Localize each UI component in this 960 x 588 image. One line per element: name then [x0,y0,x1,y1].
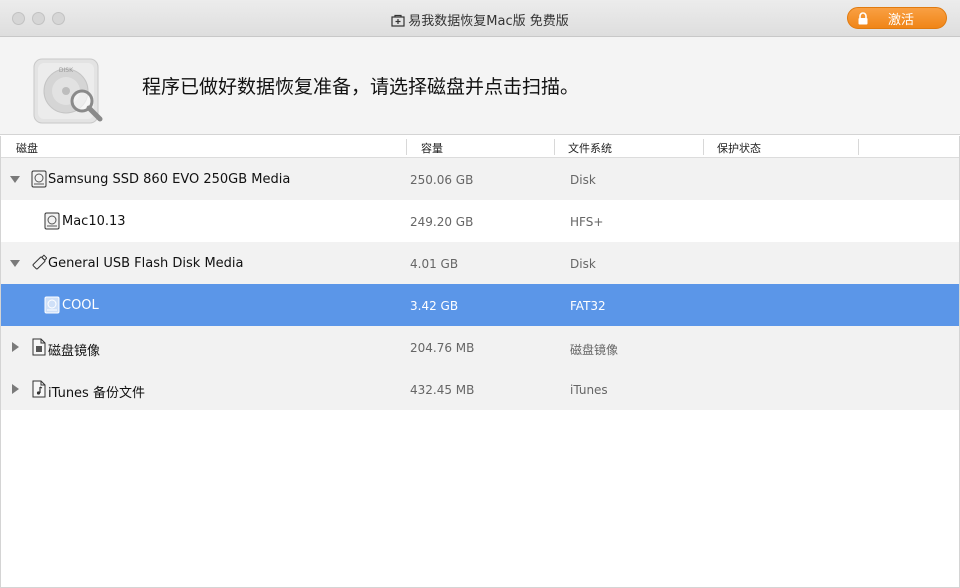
row-capacity: 204.76 MB [410,341,475,355]
table-row-selected[interactable]: COOL 3.42 GB FAT32 [1,284,959,326]
table-row[interactable]: General USB Flash Disk Media 4.01 GB Dis… [1,242,959,284]
row-capacity: 3.42 GB [410,299,459,313]
row-filesystem: iTunes [570,383,608,397]
column-header-capacity[interactable]: 容量 [421,140,443,156]
row-name: Mac10.13 [62,214,126,229]
row-name: iTunes 备份文件 [48,386,145,401]
row-capacity: 432.45 MB [410,383,475,397]
row-name: COOL [62,298,99,313]
disk-table: 磁盘 容量 文件系统 保护状态 Samsung SSD 860 EVO 250G… [0,136,960,588]
table-row[interactable]: 磁盘镜像 204.76 MB 磁盘镜像 [1,326,959,368]
app-icon [391,14,405,27]
title-bar: 易我数据恢复Mac版 免费版 激活 [0,0,960,37]
header-panel: DISK 程序已做好数据恢复准备，请选择磁盘并点击扫描。 [0,37,960,135]
row-filesystem: FAT32 [570,299,606,313]
column-header-protection[interactable]: 保护状态 [717,140,761,156]
itunes-backup-icon [32,380,46,398]
hard-drive-search-icon: DISK [33,58,103,124]
lock-icon [858,12,868,25]
column-divider [703,139,704,155]
window-title-text: 易我数据恢复Mac版 免费版 [408,14,569,29]
headline-text: 程序已做好数据恢复准备，请选择磁盘并点击扫描。 [142,76,580,98]
column-divider [858,139,859,155]
column-header-filesystem[interactable]: 文件系统 [568,140,612,156]
column-divider [554,139,555,155]
row-filesystem: Disk [570,257,596,271]
row-capacity: 4.01 GB [410,257,459,271]
disk-image-icon [32,338,46,356]
hard-drive-icon [31,170,47,188]
disclosure-expanded-icon[interactable] [10,174,20,184]
volume-icon [44,296,60,314]
volume-icon [44,212,60,230]
disclosure-collapsed-icon[interactable] [10,342,20,352]
row-name: General USB Flash Disk Media [48,256,244,271]
table-row[interactable]: iTunes 备份文件 432.45 MB iTunes [1,368,959,410]
table-row[interactable]: Samsung SSD 860 EVO 250GB Media 250.06 G… [1,158,959,200]
table-row[interactable]: Mac10.13 249.20 GB HFS+ [1,200,959,242]
row-name: 磁盘镜像 [48,344,101,359]
row-capacity: 250.06 GB [410,173,474,187]
row-name: Samsung SSD 860 EVO 250GB Media [48,172,291,187]
disclosure-expanded-icon[interactable] [10,258,20,268]
row-filesystem: HFS+ [570,215,604,229]
activate-button[interactable]: 激活 [847,7,947,29]
usb-drive-icon [32,254,47,270]
table-header: 磁盘 容量 文件系统 保护状态 [1,136,959,158]
column-header-disk[interactable]: 磁盘 [16,140,38,156]
window-title: 易我数据恢复Mac版 免费版 [0,10,960,29]
disk-label-text: DISK [59,67,74,74]
row-filesystem: 磁盘镜像 [570,343,619,357]
activate-button-label: 激活 [887,12,914,28]
row-capacity: 249.20 GB [410,215,474,229]
disclosure-collapsed-icon[interactable] [10,384,20,394]
row-filesystem: Disk [570,173,596,187]
column-divider [406,139,407,155]
